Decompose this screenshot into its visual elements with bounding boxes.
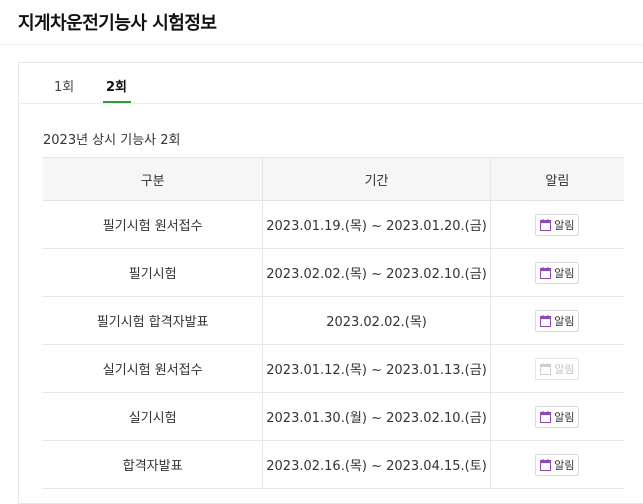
row-period: 2023.01.12.(목) ~ 2023.01.13.(금) — [262, 344, 491, 393]
alarm-button[interactable]: 알림 — [535, 309, 580, 332]
alarm-button[interactable]: 알림 — [535, 453, 580, 476]
calendar-icon — [540, 314, 552, 327]
alarm-button: 알림 — [535, 357, 580, 380]
session-title: 2023년 상시 기능사 2회 — [43, 133, 181, 148]
alarm-button-label: 알림 — [554, 410, 575, 424]
row-alarm-cell: 알림 — [489, 296, 624, 345]
table-row: 합격자발표 2023.02.16.(목) ~ 2023.04.15.(토) 알림 — [43, 440, 624, 489]
calendar-icon — [540, 218, 552, 231]
tab-session-2[interactable]: 2회 — [106, 76, 127, 95]
row-period: 2023.02.16.(목) ~ 2023.04.15.(토) — [262, 440, 491, 489]
row-type: 합격자발표 — [43, 440, 263, 489]
row-type: 실기시험 원서접수 — [43, 344, 263, 393]
calendar-icon — [540, 266, 552, 279]
row-type: 실기시험 — [43, 392, 263, 441]
alarm-button-label: 알림 — [554, 218, 575, 232]
schedule-table: 구분 기간 알림 필기시험 원서접수 2023.01.19.(목) ~ 2023.… — [43, 157, 624, 489]
alarm-button[interactable]: 알림 — [535, 261, 580, 284]
row-period: 2023.01.19.(목) ~ 2023.01.20.(금) — [262, 200, 491, 249]
row-alarm-cell: 알림 — [489, 440, 624, 489]
table-row: 실기시험 2023.01.30.(월) ~ 2023.02.10.(금) 알림 — [43, 392, 624, 441]
header-period: 기간 — [262, 157, 491, 201]
row-period: 2023.01.30.(월) ~ 2023.02.10.(금) — [262, 392, 491, 441]
alarm-button-label: 알림 — [554, 266, 575, 280]
table-header-row: 구분 기간 알림 — [43, 157, 624, 201]
alarm-button[interactable]: 알림 — [535, 405, 580, 428]
active-tab-indicator — [103, 101, 131, 103]
row-alarm-cell: 알림 — [489, 344, 624, 393]
row-type: 필기시험 — [43, 248, 263, 297]
row-period: 2023.02.02.(목) ~ 2023.02.10.(금) — [262, 248, 491, 297]
row-type: 필기시험 합격자발표 — [43, 296, 263, 345]
table-row: 필기시험 원서접수 2023.01.19.(목) ~ 2023.01.20.(금)… — [43, 200, 624, 249]
alarm-button-label: 알림 — [554, 362, 575, 376]
header-type: 구분 — [43, 157, 263, 201]
alarm-button-label: 알림 — [554, 458, 575, 472]
table-row: 실기시험 원서접수 2023.01.12.(목) ~ 2023.01.13.(금)… — [43, 344, 624, 393]
alarm-button-label: 알림 — [554, 314, 575, 328]
row-period: 2023.02.02.(목) — [262, 296, 491, 345]
calendar-icon — [540, 362, 552, 375]
calendar-icon — [540, 458, 552, 471]
table-row: 필기시험 합격자발표 2023.02.02.(목) 알림 — [43, 296, 624, 345]
row-type: 필기시험 원서접수 — [43, 200, 263, 249]
title-divider — [0, 44, 643, 45]
row-alarm-cell: 알림 — [489, 200, 624, 249]
row-alarm-cell: 알림 — [489, 248, 624, 297]
header-alarm: 알림 — [489, 157, 624, 201]
row-alarm-cell: 알림 — [489, 392, 624, 441]
table-row: 필기시험 2023.02.02.(목) ~ 2023.02.10.(금) 알림 — [43, 248, 624, 297]
session-tabs: 1회 2회 — [19, 63, 643, 104]
exam-info-card: 1회 2회 2023년 상시 기능사 2회 구분 기간 알림 필기시험 원서접수… — [18, 62, 643, 504]
tab-session-1[interactable]: 1회 — [54, 76, 74, 95]
calendar-icon — [540, 410, 552, 423]
alarm-button[interactable]: 알림 — [535, 213, 580, 236]
schedule-body: 필기시험 원서접수 2023.01.19.(목) ~ 2023.01.20.(금)… — [43, 200, 624, 489]
page-title: 지게차운전기능사 시험정보 — [18, 13, 217, 34]
